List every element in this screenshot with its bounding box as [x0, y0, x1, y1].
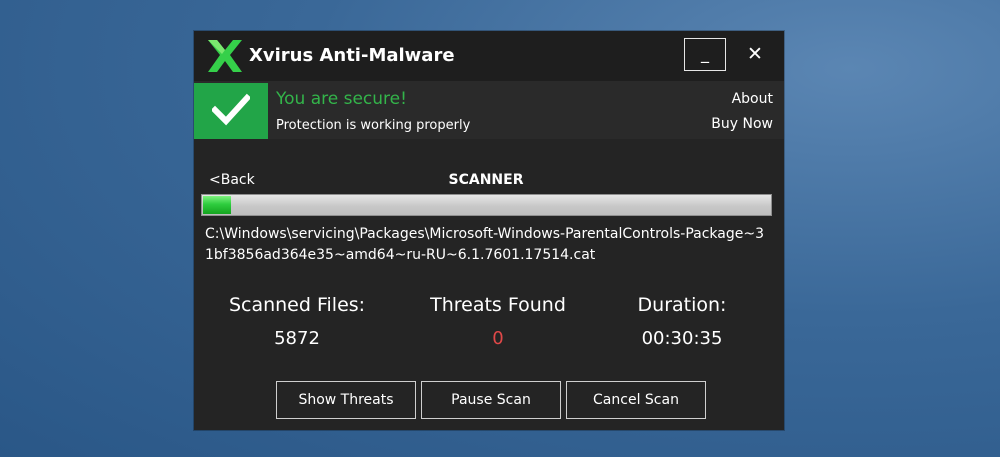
- close-button[interactable]: ✕: [734, 38, 776, 71]
- threats-found-label: Threats Found: [430, 294, 566, 316]
- buy-now-link[interactable]: Buy Now: [711, 116, 773, 132]
- scanned-files-stat: Scanned Files: 5872: [212, 294, 382, 349]
- x-logo-icon: [208, 40, 242, 72]
- minimize-button[interactable]: _: [684, 38, 726, 71]
- scan-progress-bar: [201, 194, 772, 216]
- back-link[interactable]: <Back: [209, 172, 255, 188]
- cancel-scan-button[interactable]: Cancel Scan: [566, 381, 706, 419]
- threats-found-value: 0: [492, 328, 504, 349]
- show-threats-button[interactable]: Show Threats: [276, 381, 416, 419]
- status-banner: You are secure! Protection is working pr…: [194, 81, 784, 139]
- scan-progress-fill: [203, 196, 231, 214]
- checkmark-icon: [212, 93, 250, 126]
- app-title: Xvirus Anti-Malware: [249, 45, 455, 66]
- anti-malware-window: Xvirus Anti-Malware _ ✕ You are secure! …: [194, 31, 784, 430]
- duration-value: 00:30:35: [641, 328, 723, 349]
- about-link[interactable]: About: [732, 91, 773, 107]
- status-title: You are secure!: [276, 89, 407, 109]
- duration-label: Duration:: [637, 294, 727, 316]
- scanned-files-value: 5872: [274, 328, 320, 349]
- scanned-files-label: Scanned Files:: [228, 294, 366, 316]
- status-subtitle: Protection is working properly: [276, 118, 471, 133]
- title-bar[interactable]: Xvirus Anti-Malware _ ✕: [194, 31, 784, 81]
- current-file-path: C:\Windows\servicing\Packages\Microsoft-…: [205, 226, 765, 263]
- status-indicator: [194, 83, 268, 139]
- scanner-heading: SCANNER: [448, 172, 524, 188]
- threats-found-stat: Threats Found 0: [413, 294, 583, 349]
- duration-stat: Duration: 00:30:35: [597, 294, 767, 349]
- pause-scan-button[interactable]: Pause Scan: [421, 381, 561, 419]
